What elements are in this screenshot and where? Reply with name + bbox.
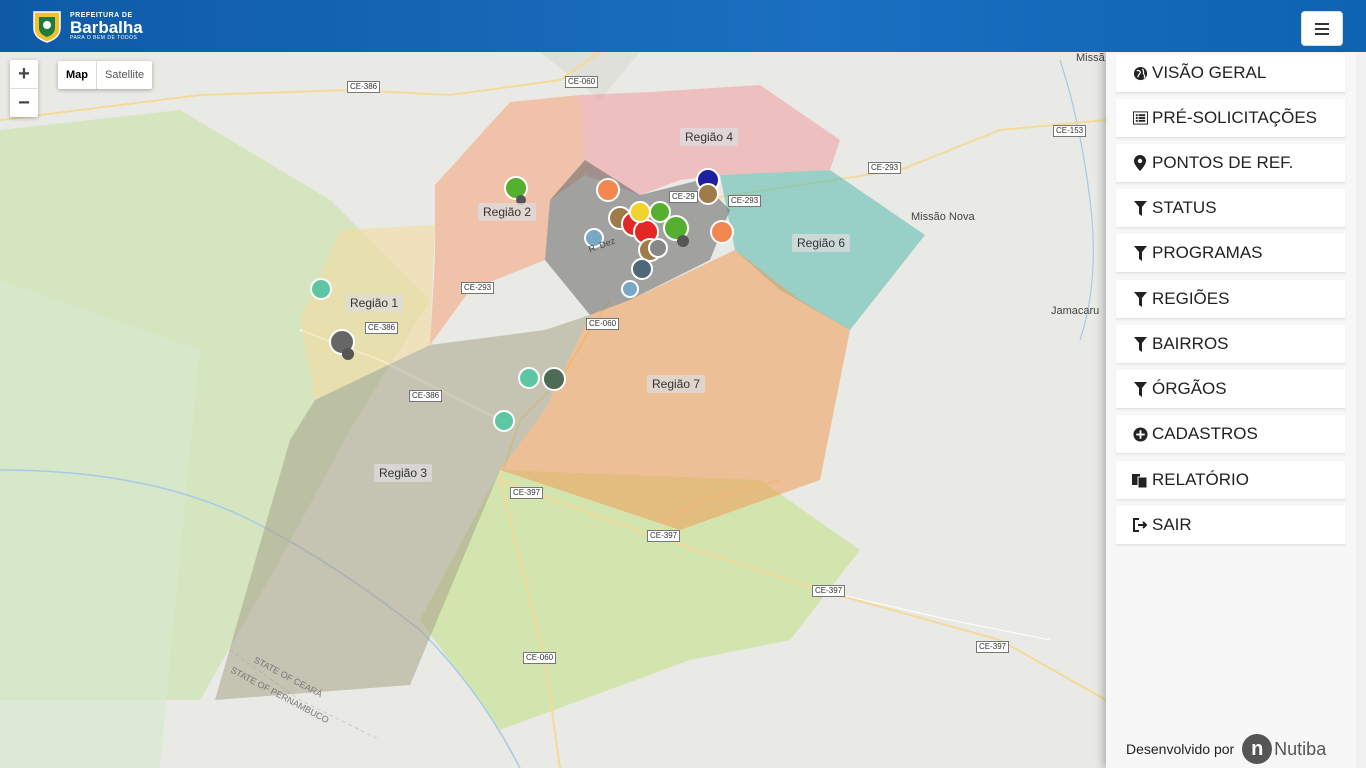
sidebar-item-label: VISÃO GERAL — [1152, 63, 1267, 82]
road-label: CE-397 — [812, 585, 846, 597]
sidebar-item-label: CADASTROS — [1152, 424, 1258, 443]
sidebar-item-label: SAIR — [1152, 515, 1192, 534]
sidebar-item-visao-geral[interactable]: VISÃO GERAL — [1116, 54, 1345, 93]
nutiba-logo[interactable]: n Nutiba — [1242, 734, 1326, 764]
logo-tagline: PARA O BEM DE TODOS — [70, 34, 138, 41]
road-label: CE-397 — [976, 641, 1010, 653]
road-label: CE-293 — [461, 282, 495, 294]
cluster-marker[interactable] — [596, 178, 620, 202]
sidebar-item-label: PRÉ-SOLICITAÇÕES — [1152, 108, 1317, 127]
town-label: Missão Nova — [911, 211, 975, 223]
region-1-label: Região 1 — [345, 294, 404, 312]
sidebar-item-label: STATUS — [1152, 198, 1217, 217]
cluster-marker[interactable] — [629, 201, 651, 223]
tree-marker[interactable] — [542, 367, 566, 391]
road-label: CE-386 — [409, 390, 443, 402]
road-label: CE-386 — [365, 322, 399, 334]
sidebar-item-label: BAIRROS — [1152, 334, 1229, 353]
road-label: CE-397 — [647, 530, 681, 542]
plus-circle-icon — [1132, 426, 1148, 442]
footer-text: Desenvolvido por — [1126, 741, 1235, 757]
sidebar-item-label: PONTOS DE REF. — [1152, 153, 1294, 172]
zoom-control: + − — [10, 60, 38, 117]
list-icon — [1132, 110, 1148, 126]
region-3-label: Região 3 — [374, 464, 433, 482]
sidebar-item-pontos-de-ref[interactable]: PONTOS DE REF. — [1116, 144, 1345, 183]
filter-icon — [1132, 336, 1148, 352]
filter-icon — [1132, 200, 1148, 216]
sidebar-item-label: PROGRAMAS — [1152, 243, 1263, 262]
scrollbar[interactable] — [1356, 52, 1366, 768]
map-type-control: Map Satellite — [58, 61, 153, 89]
prefeitura-logo[interactable]: PREFEITURA DE Barbalha PARA O BEM DE TOD… — [30, 8, 143, 44]
logo-title: Barbalha — [70, 17, 143, 37]
sidebar-item-programas[interactable]: PROGRAMAS — [1116, 234, 1345, 273]
sidebar-item-bairros[interactable]: BAIRROS — [1116, 325, 1345, 364]
road-label: CE-153 — [1053, 125, 1087, 137]
town-label: Jamacaru — [1051, 305, 1100, 317]
sidebar-item-relatorio[interactable]: RELATÓRIO — [1116, 461, 1345, 500]
town-label: Missã — [1076, 52, 1105, 64]
cluster-marker[interactable] — [648, 238, 668, 258]
sidebar-menu: VISÃO GERAL PRÉ-SOLICITAÇÕES PONTOS DE R… — [1106, 52, 1356, 768]
sidebar-item-label: REGIÕES — [1152, 289, 1230, 308]
sidebar-item-cadastros[interactable]: CADASTROS — [1116, 415, 1345, 454]
flag-marker[interactable] — [697, 183, 719, 205]
sidebar-item-label: RELATÓRIO — [1152, 470, 1249, 489]
road-label: CE-293 — [728, 195, 762, 207]
copy-icon — [1132, 472, 1148, 488]
factory-marker[interactable] — [621, 280, 639, 298]
road-label: CE-060 — [586, 318, 620, 330]
nutiba-brand: Nutiba — [1274, 738, 1327, 759]
building-marker[interactable] — [631, 258, 653, 280]
road-label: CE-29 — [669, 191, 698, 203]
filter-icon — [1132, 245, 1148, 261]
sidebar-item-pre-solicitacoes[interactable]: PRÉ-SOLICITAÇÕES — [1116, 99, 1345, 138]
home-marker[interactable] — [310, 278, 332, 300]
region-4-label: Região 4 — [680, 128, 739, 146]
road-label: CE-397 — [510, 487, 544, 499]
map-canvas[interactable]: Região 4 Região 2 Região 6 Região 1 Regi… — [0, 52, 1106, 768]
region-2-label: Região 2 — [478, 203, 537, 221]
road-label: CE-293 — [868, 162, 902, 174]
road-label: CE-060 — [565, 76, 599, 88]
sidebar-item-label: ÓRGÃOS — [1152, 379, 1227, 398]
sidebar-item-regioes[interactable]: REGIÕES — [1116, 280, 1345, 319]
hamburger-icon — [1315, 22, 1329, 35]
filter-icon — [1132, 381, 1148, 397]
home-marker[interactable] — [518, 367, 540, 389]
map-marker-icon — [1132, 155, 1148, 171]
road-label: CE-060 — [523, 652, 557, 664]
top-navbar: PREFEITURA DE Barbalha PARA O BEM DE TOD… — [0, 0, 1366, 52]
region-6-label: Região 6 — [792, 234, 851, 252]
globe-icon — [1132, 65, 1148, 81]
home-marker[interactable] — [493, 410, 515, 432]
sidebar-item-sair[interactable]: SAIR — [1116, 506, 1345, 545]
food-marker[interactable] — [710, 220, 734, 244]
zoom-in-button[interactable]: + — [10, 60, 38, 89]
footer-credit: Desenvolvido por n Nutiba — [1126, 734, 1326, 764]
map-type-map-button[interactable]: Map — [58, 61, 97, 89]
logout-icon — [1132, 517, 1148, 533]
region-7-label: Região 7 — [647, 375, 706, 393]
map-type-satellite-button[interactable]: Satellite — [97, 61, 152, 89]
road-label: CE-386 — [347, 81, 381, 93]
zoom-out-button[interactable]: − — [10, 89, 38, 117]
sidebar-item-status[interactable]: STATUS — [1116, 189, 1345, 228]
crest-icon — [30, 8, 64, 44]
menu-toggle-button[interactable] — [1301, 11, 1343, 46]
sidebar-item-orgaos[interactable]: ÓRGÃOS — [1116, 370, 1345, 409]
filter-icon — [1132, 291, 1148, 307]
cluster-marker[interactable] — [649, 201, 671, 223]
nutiba-logo-icon: n — [1242, 734, 1273, 764]
